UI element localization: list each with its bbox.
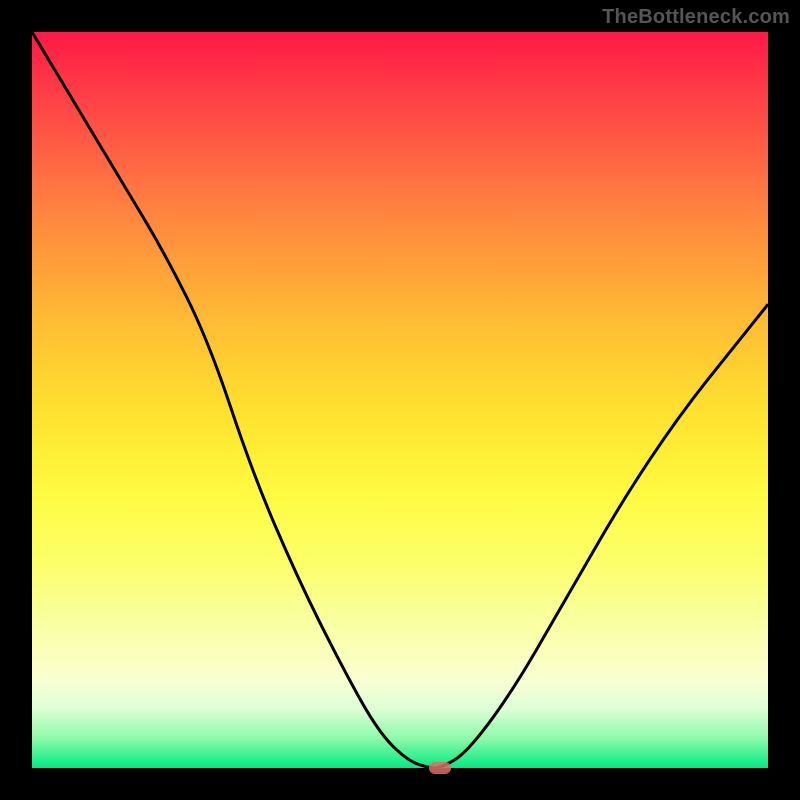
bottleneck-curve — [32, 32, 768, 768]
chart-plot-area — [32, 32, 768, 768]
optimal-marker — [429, 762, 451, 774]
watermark-text: TheBottleneck.com — [602, 6, 790, 29]
chart-frame: TheBottleneck.com — [0, 0, 800, 800]
curve-path — [32, 32, 768, 768]
